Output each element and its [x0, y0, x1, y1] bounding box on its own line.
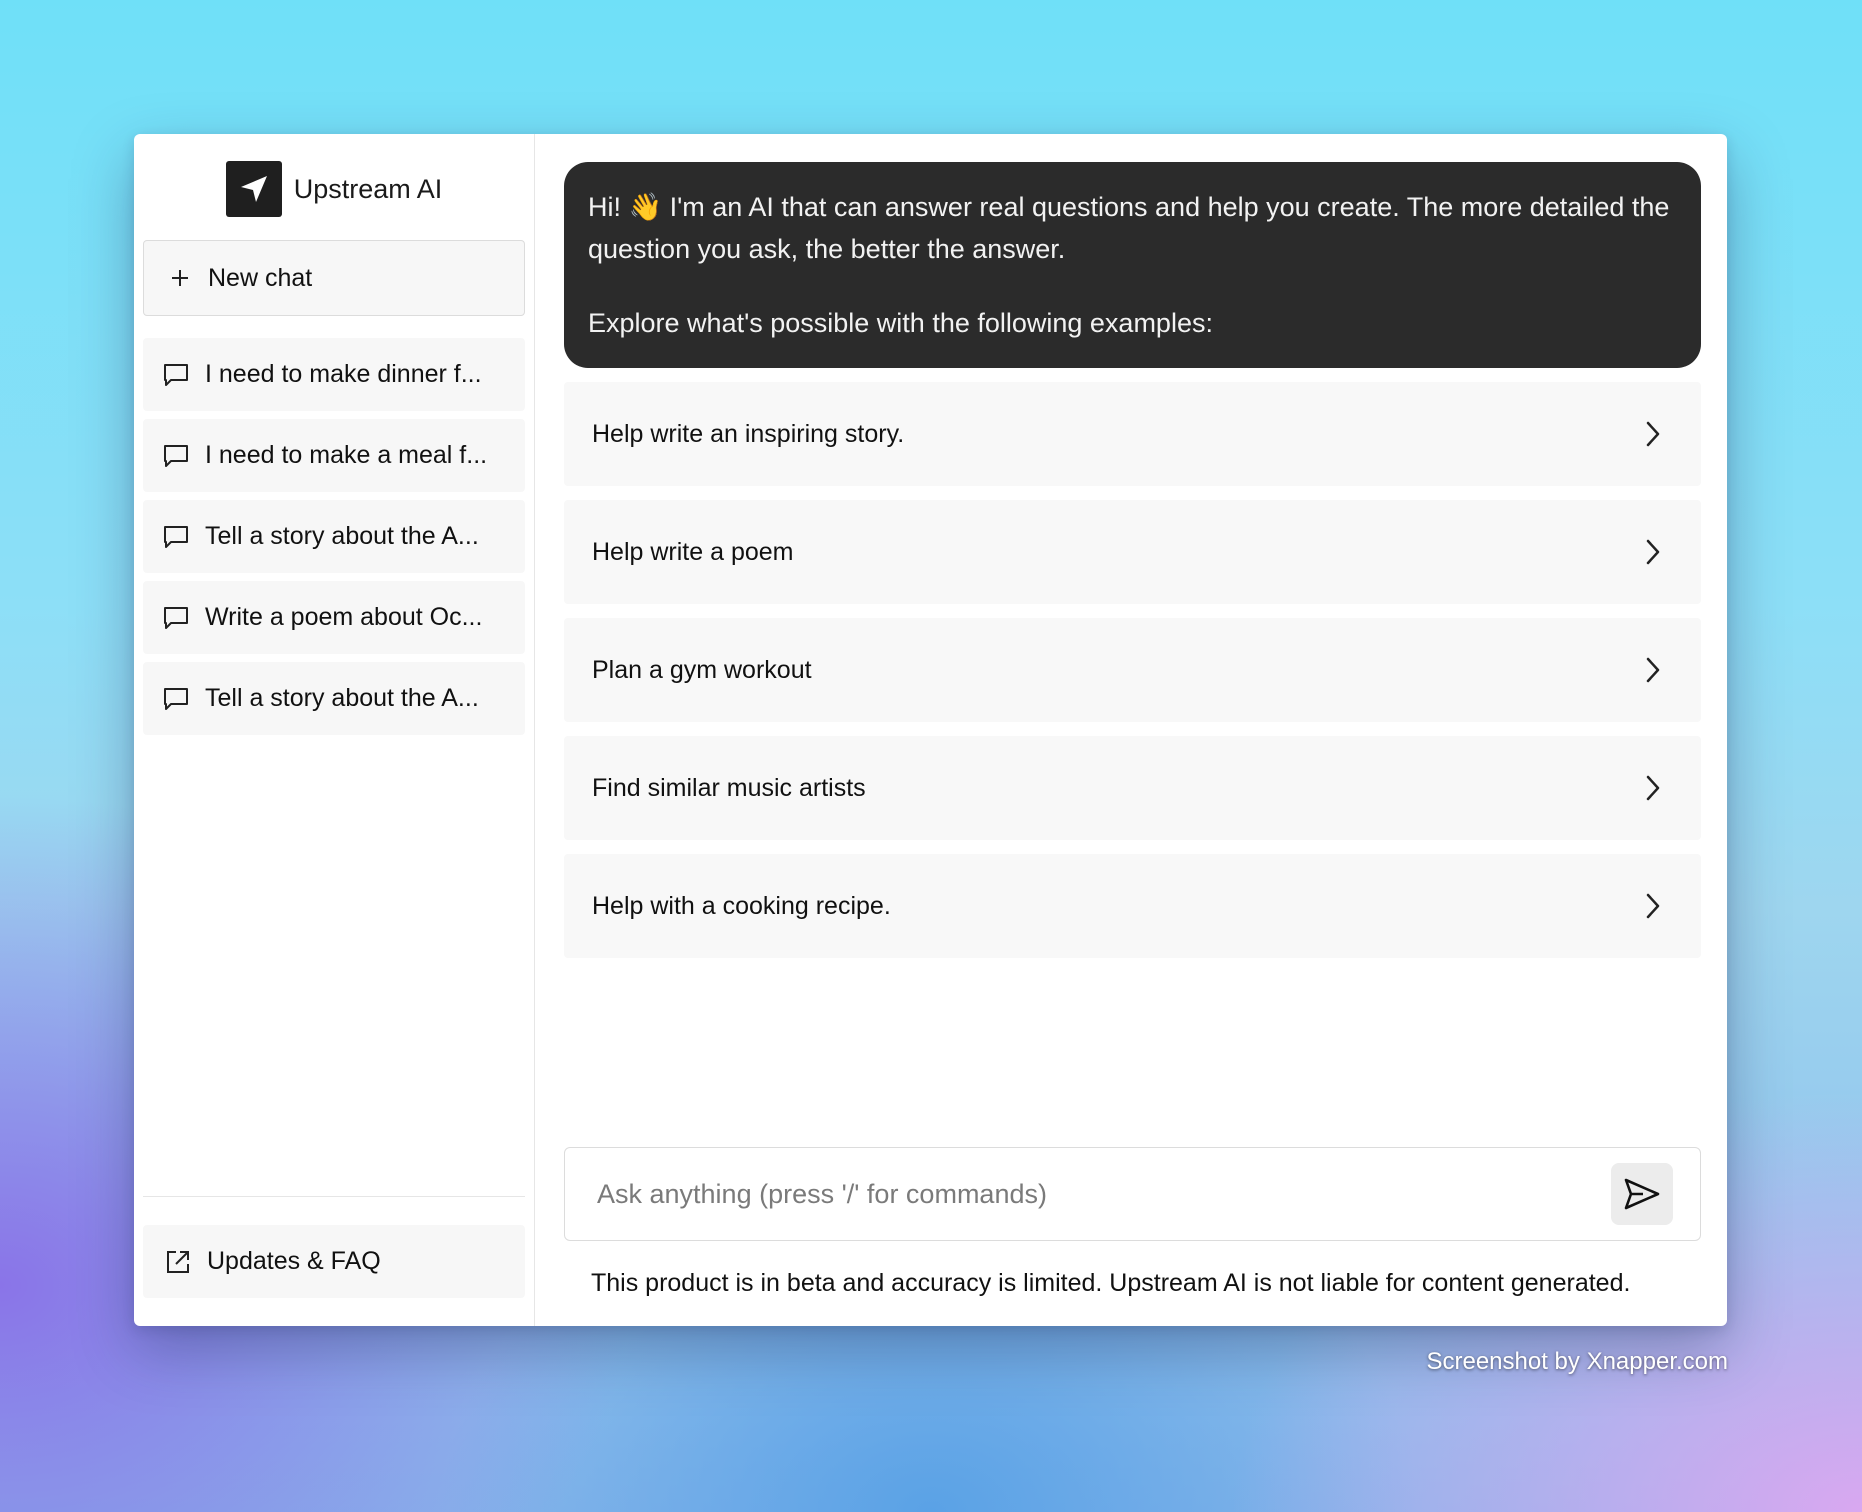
intro-text: Hi! 👋 I'm an AI that can answer real que…: [588, 192, 1670, 264]
message-input[interactable]: [597, 1178, 1611, 1210]
chat-history-item[interactable]: Tell a story about the A...: [143, 662, 525, 735]
example-item[interactable]: Plan a gym workout: [564, 618, 1701, 722]
chat-history-item[interactable]: I need to make a meal f...: [143, 419, 525, 492]
example-label: Help with a cooking recipe.: [592, 891, 891, 920]
chat-history-label: Tell a story about the A...: [205, 522, 479, 550]
updates-faq-link[interactable]: Updates & FAQ: [143, 1225, 525, 1298]
chat-history-label: I need to make a meal f...: [205, 441, 488, 469]
chat-history-label: I need to make dinner f...: [205, 360, 482, 388]
example-item[interactable]: Help write an inspiring story.: [564, 382, 1701, 486]
send-icon: [1624, 1178, 1660, 1210]
message-composer: [564, 1147, 1701, 1241]
example-label: Plan a gym workout: [592, 655, 812, 684]
chat-main: Hi! 👋 I'm an AI that can answer real que…: [535, 134, 1727, 1326]
chat-history-item[interactable]: Tell a story about the A...: [143, 500, 525, 573]
examples-list: Help write an inspiring story. Help writ…: [564, 382, 1701, 958]
send-button[interactable]: [1611, 1163, 1673, 1225]
example-item[interactable]: Help write a poem: [564, 500, 1701, 604]
example-label: Help write an inspiring story.: [592, 419, 905, 448]
external-link-icon: [165, 1249, 191, 1275]
chat-bubble-icon: [163, 444, 189, 468]
intro-subtext: Explore what's possible with the followi…: [588, 308, 1213, 338]
chevron-right-icon: [1645, 538, 1661, 566]
chat-history-label: Tell a story about the A...: [205, 684, 479, 712]
new-chat-label: New chat: [208, 263, 313, 292]
example-label: Find similar music artists: [592, 773, 866, 802]
watermark: Screenshot by Xnapper.com: [1426, 1348, 1728, 1375]
navigation-arrow-icon: [225, 161, 282, 217]
brand: Upstream AI: [143, 134, 525, 240]
sidebar: Upstream AI New chat I need to make dinn…: [134, 134, 535, 1326]
sidebar-footer: Updates & FAQ: [143, 1196, 525, 1326]
example-item[interactable]: Help with a cooking recipe.: [564, 854, 1701, 958]
chat-bubble-icon: [163, 606, 189, 630]
chevron-right-icon: [1645, 420, 1661, 448]
chat-history-item[interactable]: I need to make dinner f...: [143, 338, 525, 411]
plus-icon: [170, 268, 190, 288]
chat-history-label: Write a poem about Oc...: [205, 603, 483, 631]
app-name: Upstream AI: [293, 173, 443, 204]
chat-bubble-icon: [163, 363, 189, 387]
example-item[interactable]: Find similar music artists: [564, 736, 1701, 840]
chat-bubble-icon: [163, 525, 189, 549]
chat-history-list: I need to make dinner f... I need to mak…: [143, 338, 525, 735]
chevron-right-icon: [1645, 656, 1661, 684]
new-chat-button[interactable]: New chat: [143, 240, 525, 316]
updates-faq-label: Updates & FAQ: [207, 1247, 381, 1275]
intro-message: Hi! 👋 I'm an AI that can answer real que…: [564, 162, 1701, 368]
example-label: Help write a poem: [592, 537, 794, 566]
disclaimer-text: This product is in beta and accuracy is …: [591, 1269, 1631, 1297]
chevron-right-icon: [1645, 892, 1661, 920]
chat-history-item[interactable]: Write a poem about Oc...: [143, 581, 525, 654]
app-window: Upstream AI New chat I need to make dinn…: [134, 134, 1727, 1326]
chevron-right-icon: [1645, 774, 1661, 802]
chat-bubble-icon: [163, 687, 189, 711]
